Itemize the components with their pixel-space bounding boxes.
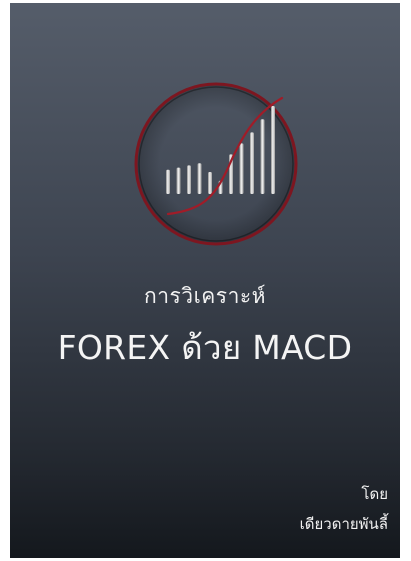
logo-bar bbox=[197, 163, 202, 194]
rising-bars-chart-icon bbox=[134, 82, 298, 246]
logo-bar bbox=[260, 119, 265, 194]
book-cover: การวิเคราะห์ FOREX ด้วย MACD โดย เดียวดา… bbox=[10, 3, 400, 558]
logo-bar bbox=[166, 169, 170, 194]
by-label: โดย bbox=[361, 485, 388, 503]
logo-bar bbox=[208, 172, 212, 194]
logo-bar bbox=[250, 132, 254, 194]
logo-bar bbox=[239, 143, 244, 194]
logo-bar bbox=[271, 106, 275, 194]
logo-bar bbox=[176, 167, 181, 194]
author-name: เดียวดายพันลี้ bbox=[299, 515, 388, 533]
book-subtitle: การวิเคราะห์ bbox=[144, 284, 266, 308]
logo-bar bbox=[187, 165, 191, 194]
page-frame: การวิเคราะห์ FOREX ด้วย MACD โดย เดียวดา… bbox=[0, 0, 411, 561]
book-title: FOREX ด้วย MACD bbox=[57, 328, 353, 367]
